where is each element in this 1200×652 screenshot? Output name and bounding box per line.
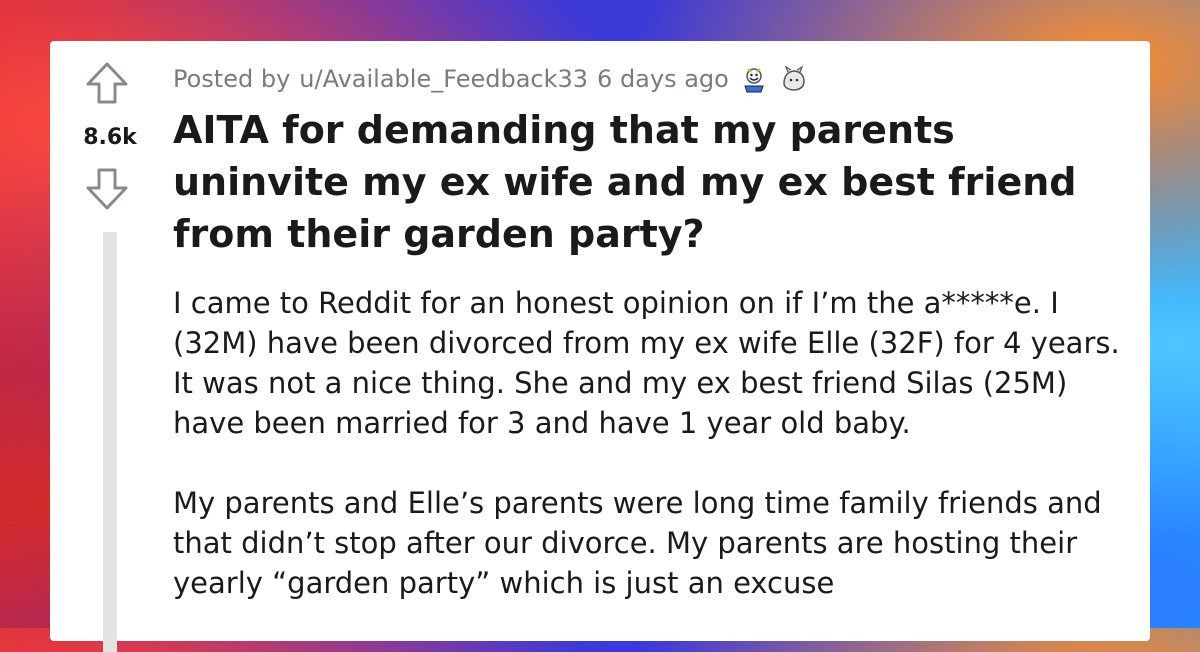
- body-paragraph-1: I came to Reddit for an honest opinion o…: [173, 286, 1120, 440]
- vote-column: 8.6k: [50, 41, 170, 652]
- post-meta: Posted by u/Available_Feedback33 6 days …: [173, 61, 809, 97]
- post-age: 6 days ago: [597, 65, 729, 93]
- helpful-award-icon[interactable]: [779, 64, 809, 94]
- post-card: 8.6k Posted by u/Available_Feedback33 6 …: [50, 41, 1150, 652]
- collapse-thread-line[interactable]: [103, 232, 117, 652]
- post-title[interactable]: AITA for demanding that my parents uninv…: [173, 104, 1123, 260]
- downvote-arrow-icon[interactable]: [83, 165, 131, 213]
- vote-score: 8.6k: [83, 125, 137, 150]
- posted-by-label: Posted by: [173, 65, 291, 93]
- author-link[interactable]: u/Available_Feedback33: [299, 65, 588, 93]
- wholesome-award-icon[interactable]: [739, 64, 769, 94]
- body-paragraph-2: My parents and Elle’s parents were long …: [173, 486, 1102, 600]
- post-body: I came to Reddit for an honest opinion o…: [173, 283, 1133, 643]
- upvote-arrow-icon[interactable]: [83, 59, 131, 107]
